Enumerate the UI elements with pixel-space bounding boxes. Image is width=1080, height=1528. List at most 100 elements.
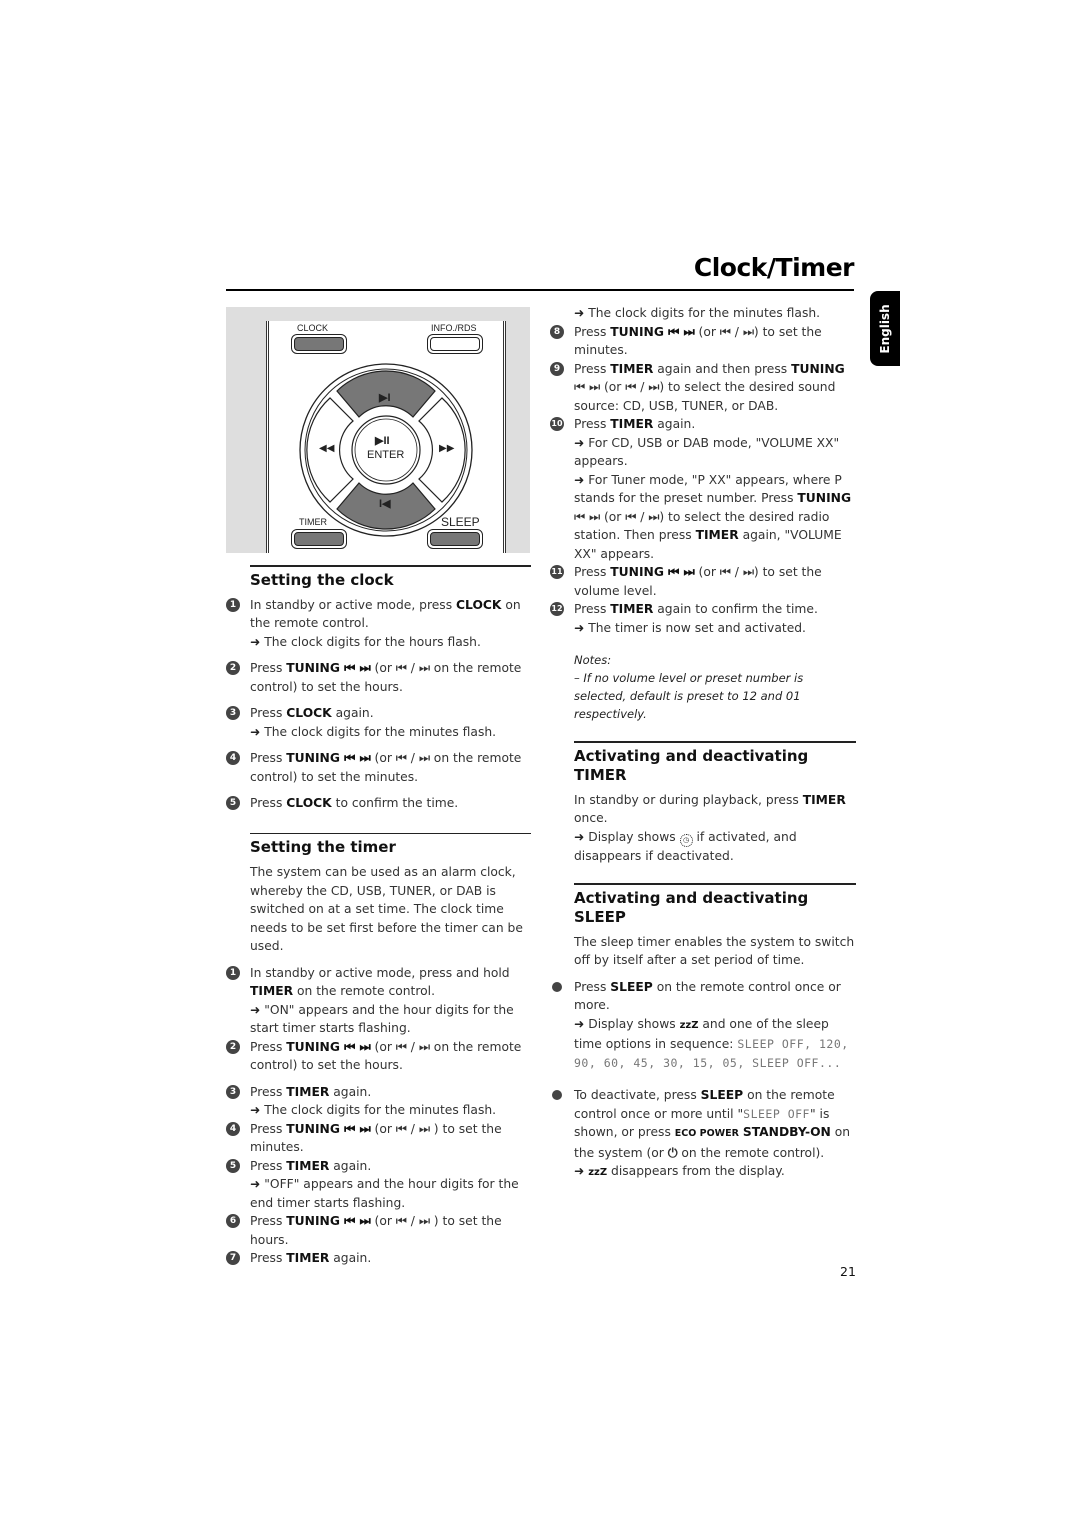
text: once. — [574, 811, 608, 825]
timer-step-5: 5 Press TIMER again. ➜ "OFF" appears and… — [226, 1157, 531, 1213]
step-bold: TUNING ⏮ ⏭ — [286, 661, 371, 675]
step-number: 11 — [550, 565, 564, 579]
clock-step-2: 2 Press TUNING ⏮ ⏭ (or ⏮ / ⏭ on the remo… — [226, 659, 531, 696]
step-text: Press — [250, 1084, 287, 1099]
navigation-pad: ▶I ▶II ENTER ◀◀ ▶▶ I◀ — [297, 361, 475, 539]
timer-step-7-result: ➜ The clock digits for the minutes flash… — [550, 304, 856, 323]
note-text: – If no volume level or preset number is… — [574, 671, 804, 721]
standby-on-label: STANDBY-ON — [742, 1125, 831, 1139]
step-text: again. — [329, 1158, 372, 1173]
timer-step-1: 1 In standby or active mode, press and h… — [226, 964, 531, 1038]
step-number: 7 — [226, 1251, 240, 1265]
notes-label: Notes: — [574, 653, 612, 667]
timer-button — [291, 529, 347, 549]
info-button — [427, 334, 483, 354]
step-number: 5 — [226, 796, 240, 810]
arrow-icon: ➜ — [250, 1177, 261, 1191]
clock-label: CLOCK — [297, 323, 329, 333]
bullet-icon — [552, 981, 562, 992]
step-bold: TIMER — [286, 1158, 330, 1173]
arrow-icon: ➜ — [250, 1002, 261, 1017]
arrow-icon: ➜ — [250, 1103, 261, 1117]
step-bold: TIMER — [610, 417, 654, 431]
activate-timer-text: In standby or during playback, press TIM… — [574, 791, 856, 866]
setting-clock-heading: Setting the clock — [250, 570, 394, 589]
step-result: The clock digits for the minutes flash. — [264, 724, 497, 739]
heading-line: Activating and deactivating — [574, 888, 809, 907]
remote-body: CLOCK INFO./RDS ▶I ▶II ENTER ◀◀ ▶▶ I◀ TI… — [266, 321, 506, 553]
step-text: Press — [250, 751, 287, 765]
forward-icon: ▶▶ — [439, 443, 455, 454]
activate-timer-heading: Activating and deactivating TIMER — [574, 747, 856, 785]
timer-label: TIMER — [299, 517, 327, 527]
step-result: The timer is now set and activated. — [588, 620, 806, 635]
text-bold: SLEEP — [700, 1088, 744, 1102]
arrow-icon: ➜ — [574, 829, 585, 844]
text: Display shows — [588, 1016, 680, 1031]
step-bold: TUNING ⏮ ⏭ — [286, 751, 371, 765]
text-bold: SLEEP — [610, 979, 653, 994]
section-rule — [250, 565, 531, 567]
step-result: The clock digits for the minutes flash. — [588, 306, 821, 320]
step-text: again. — [653, 417, 696, 431]
text: Press — [574, 979, 611, 994]
step-bold: CLOCK — [286, 706, 332, 720]
arrow-icon: ➜ — [574, 472, 585, 487]
step-text: ⏮ ⏭ (or ⏮ / ⏭) to select the desired sou… — [574, 380, 836, 413]
sleep-off-display: SLEEP OFF — [743, 1106, 810, 1121]
bullet-icon — [552, 1090, 562, 1100]
heading-line: Activating and deactivating — [574, 746, 809, 765]
step-bold: TUNING ⏮ ⏭ — [610, 565, 695, 579]
step-bold: TUNING — [791, 361, 845, 376]
step-number: 1 — [226, 597, 240, 612]
step-bold: TUNING ⏮ ⏭ — [286, 1121, 371, 1136]
language-tab: English — [870, 291, 900, 366]
step-result: "ON" appears and the hour digits for the… — [250, 1002, 514, 1036]
page-number: 21 — [840, 1264, 856, 1279]
timer-step-2: 2 Press TUNING ⏮ ⏭ (or ⏮ / ⏭ on the remo… — [226, 1038, 531, 1075]
step-bold: TIMER — [610, 602, 654, 616]
step-text: Press — [250, 706, 287, 720]
eco-power-label: ECO POWER — [674, 1128, 739, 1139]
arrow-icon: ➜ — [250, 634, 261, 649]
text-bold: TIMER — [802, 792, 846, 807]
step-number: 9 — [550, 361, 564, 376]
step-text: again. — [329, 1251, 372, 1265]
step-bold: CLOCK — [286, 796, 332, 810]
step-number: 12 — [550, 602, 564, 616]
arrow-icon: ➜ — [574, 1016, 585, 1031]
sleep-zzz-icon: zzZ — [679, 1019, 699, 1031]
right-column: ➜ The clock digits for the minutes flash… — [550, 304, 856, 1183]
step-text: again. — [329, 1084, 372, 1099]
step-result: "OFF" appears and the hour digits for th… — [250, 1177, 519, 1210]
step-number: 8 — [550, 324, 564, 339]
section-rule — [250, 832, 531, 834]
arrow-icon: ➜ — [574, 306, 585, 320]
step-text: Press — [574, 324, 611, 339]
text: Display shows — [588, 829, 680, 844]
step-text: again and then press — [653, 361, 792, 376]
clock-step-5: 5 Press CLOCK to confirm the time. — [226, 794, 531, 813]
step-number: 2 — [226, 661, 240, 675]
step-bold: TUNING ⏮ ⏭ — [610, 324, 695, 339]
section-rule — [574, 741, 856, 743]
step-result: The clock digits for the minutes flash. — [264, 1103, 497, 1117]
step-bold: TIMER — [695, 528, 739, 542]
clock-step-1: 1 In standby or active mode, press CLOCK… — [226, 596, 531, 652]
step-bold: TUNING ⏮ ⏭ — [286, 1214, 371, 1228]
step-text: Press — [574, 565, 611, 579]
heading-line: SLEEP — [574, 907, 626, 926]
step-text: Press — [250, 1158, 287, 1173]
step-number: 3 — [226, 706, 240, 720]
step-text: Press — [250, 1251, 287, 1265]
step-text: Press — [574, 361, 611, 376]
enter-label: ENTER — [367, 449, 405, 461]
step-bold: TUNING — [797, 491, 852, 505]
timer-step-12: 12 Press TIMER again to confirm the time… — [550, 600, 856, 637]
step-text: again to confirm the time. — [653, 602, 818, 616]
step-number: 2 — [226, 1039, 240, 1054]
step-result: The clock digits for the hours flash. — [264, 634, 481, 649]
step-number: 3 — [226, 1084, 240, 1099]
step-bold: TIMER — [250, 984, 294, 998]
rewind-icon: ◀◀ — [319, 443, 335, 454]
